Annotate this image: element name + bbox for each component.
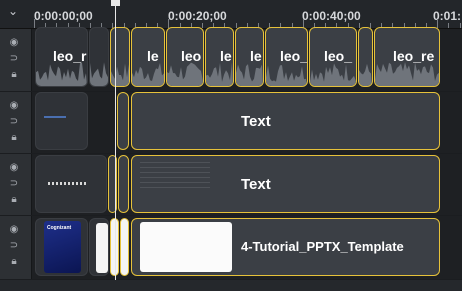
lock-icon[interactable]: 🔒︎ xyxy=(6,69,22,81)
track-header-2[interactable]: ◉ ⊃ 🔒︎ xyxy=(0,92,32,153)
eye-icon[interactable]: ◉ xyxy=(6,162,22,174)
chevron-down-icon[interactable]: ⌄ xyxy=(5,4,21,18)
lock-icon[interactable]: 🔒︎ xyxy=(6,256,22,268)
waveform xyxy=(111,63,129,86)
eye-icon[interactable]: ◉ xyxy=(6,224,22,236)
waveform-shape xyxy=(206,62,233,86)
ruler-tick xyxy=(34,19,35,28)
clip-label: leo_ xyxy=(324,48,353,64)
clip-label: Text xyxy=(241,113,271,130)
playhead-handle[interactable] xyxy=(111,0,120,6)
eye-icon[interactable]: ◉ xyxy=(6,100,22,112)
audio-clip[interactable]: le xyxy=(131,27,165,87)
slide-thumbnail xyxy=(96,223,108,273)
text-clip[interactable] xyxy=(117,92,129,150)
text-preview xyxy=(48,182,88,185)
clip-label: 4-Tutorial_PPTX_Template xyxy=(241,239,404,254)
thumb-brand: Cognizant xyxy=(47,225,72,231)
text-clip[interactable]: Text xyxy=(131,155,440,213)
track-header-4[interactable]: ◉ ⊃ 🔒︎ xyxy=(0,216,32,279)
lock-icon[interactable]: 🔒︎ xyxy=(6,194,22,206)
audio-clip[interactable]: leo_ xyxy=(309,27,357,87)
track-header-3[interactable]: ◉ ⊃ 🔒︎ xyxy=(0,154,32,215)
ruler-tick xyxy=(437,19,439,28)
clip-label: le xyxy=(250,48,262,64)
audio-clip[interactable]: leo xyxy=(166,27,204,87)
playhead[interactable] xyxy=(115,0,116,291)
horizontal-scrollbar-area[interactable] xyxy=(0,280,462,291)
slide-thumbnail xyxy=(140,222,232,272)
text-preview xyxy=(44,116,66,118)
slide-clip[interactable] xyxy=(120,218,129,276)
slide-clip[interactable] xyxy=(89,218,109,276)
lock-icon[interactable]: 🔒︎ xyxy=(6,132,22,144)
waveform-shape xyxy=(310,63,356,86)
text-clip[interactable]: Text xyxy=(131,92,440,150)
waveform xyxy=(90,62,108,86)
audio-clip[interactable]: leo_r xyxy=(35,27,88,87)
waveform-shape xyxy=(90,62,108,86)
clip-label: leo_ xyxy=(280,48,308,64)
audio-clip[interactable] xyxy=(89,27,109,87)
slide-clip[interactable]: Cognizant xyxy=(35,218,88,276)
audio-clip[interactable]: leo_re xyxy=(374,27,440,87)
waveform-shape xyxy=(36,62,87,86)
audio-clip[interactable] xyxy=(358,27,373,87)
slide-thumbnail: Cognizant xyxy=(44,221,81,273)
ruler-tick xyxy=(202,23,203,28)
unlink-icon[interactable]: ⊃ xyxy=(6,240,22,252)
unlink-icon[interactable]: ⊃ xyxy=(6,178,22,190)
unlink-icon[interactable]: ⊃ xyxy=(6,53,22,65)
clip-label: leo xyxy=(181,48,202,64)
clip-label: Text xyxy=(241,176,271,193)
timecode-40: 0:00:40;00 xyxy=(302,9,361,23)
audio-clip[interactable]: le xyxy=(205,27,234,87)
timecode-0: 0:00:00;00 xyxy=(34,9,93,23)
ruler-tick xyxy=(459,23,461,28)
audio-clip[interactable]: leo_ xyxy=(265,27,308,87)
text-clip[interactable] xyxy=(35,92,88,150)
eye-icon[interactable]: ◉ xyxy=(6,37,22,49)
track-header-1[interactable]: ◉ ⊃ 🔒︎ xyxy=(0,29,32,91)
audio-clip[interactable] xyxy=(110,27,130,87)
ruler-tick xyxy=(448,23,450,28)
text-clip[interactable] xyxy=(35,155,107,213)
waveform-shape xyxy=(111,63,129,86)
waveform-shape xyxy=(375,62,439,86)
waveform-shape xyxy=(167,62,203,86)
timeline-ruler[interactable]: ⌄ 0:00:00;00 0:00:20;00 0:00:40;00 0:01: xyxy=(0,0,462,29)
clip-label: leo_r xyxy=(53,48,87,64)
text-clip[interactable] xyxy=(118,155,129,213)
clip-label: le xyxy=(147,48,159,64)
slide-clip[interactable]: 4-Tutorial_PPTX_Template xyxy=(131,218,440,276)
audio-clip[interactable]: le xyxy=(235,27,264,87)
text-preview xyxy=(140,162,210,188)
waveform-shape xyxy=(236,64,263,86)
unlink-icon[interactable]: ⊃ xyxy=(6,116,22,128)
clip-label: le xyxy=(220,48,232,64)
waveform-shape xyxy=(359,63,372,86)
waveform-shape xyxy=(266,65,307,86)
timecode-20: 0:00:20;00 xyxy=(168,9,227,23)
clip-label: leo_re xyxy=(393,48,435,64)
waveform-shape xyxy=(132,62,164,86)
waveform xyxy=(359,63,372,86)
